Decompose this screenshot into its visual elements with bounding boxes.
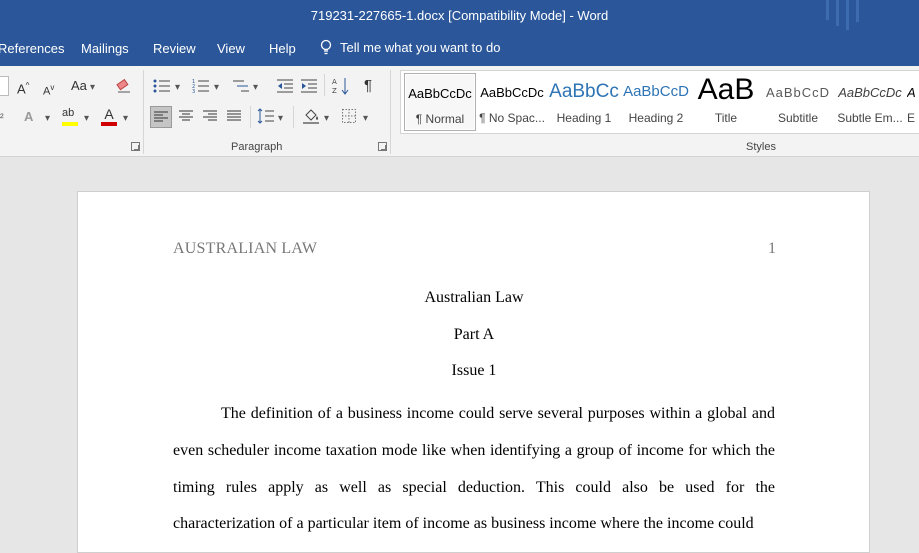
title-bar-decoration <box>826 0 829 20</box>
justify-icon[interactable] <box>227 110 241 122</box>
group-separator <box>250 106 251 128</box>
style-sample: AaBbCcD <box>765 85 831 100</box>
style-sample: AaB <box>697 73 755 106</box>
shading-icon[interactable] <box>302 107 320 125</box>
lightbulb-icon <box>320 39 332 55</box>
multilevel-list-icon[interactable] <box>232 78 250 94</box>
bullets-icon[interactable] <box>153 78 171 94</box>
ribbon-tabs: References Mailings Review View Help Tel… <box>0 32 919 66</box>
shrink-font-icon[interactable]: Av <box>43 79 54 101</box>
style-title[interactable]: AaB Title <box>691 73 761 129</box>
page-number: 1 <box>768 240 776 257</box>
svg-text:A: A <box>332 78 337 86</box>
highlight-color-icon[interactable]: ab <box>62 107 78 127</box>
running-header: AUSTRALIAN LAW <box>173 240 318 257</box>
style-label: Subtitle <box>777 111 819 125</box>
title-bar-decoration <box>836 0 839 26</box>
style-heading-1[interactable]: AaBbCc Heading 1 <box>549 73 619 129</box>
align-center-icon[interactable] <box>179 110 193 122</box>
chevron-down-icon[interactable]: ▾ <box>45 110 50 128</box>
svg-text:Z: Z <box>332 87 337 95</box>
tell-me-search[interactable]: Tell me what you want to do <box>320 39 500 55</box>
styles-gallery: AaBbCcDc ¶ Normal AaBbCcDc ¶ No Spac... … <box>400 70 919 134</box>
title-bar-decoration <box>856 0 859 22</box>
chevron-down-icon[interactable]: ▾ <box>324 110 329 128</box>
style-label: Subtle Em... <box>837 111 903 125</box>
style-label: ¶ Normal <box>415 112 465 126</box>
chevron-down-icon[interactable]: ▾ <box>253 79 258 97</box>
style-label: ¶ No Spac... <box>479 111 545 125</box>
style-normal[interactable]: AaBbCcDc ¶ Normal <box>404 73 476 131</box>
style-label: Heading 1 <box>556 111 612 125</box>
font-size-dropdown-edge[interactable] <box>0 76 9 96</box>
style-sample: AaBbCcDc <box>408 86 472 101</box>
window-title: 719231-227665-1.docx [Compatibility Mode… <box>310 8 609 23</box>
superscript-icon[interactable]: ² <box>0 109 4 127</box>
style-heading-2[interactable]: AaBbCcD Heading 2 <box>621 73 691 129</box>
document-page[interactable]: AUSTRALIAN LAW 1 Australian Law Part A I… <box>77 191 870 553</box>
line-spacing-icon[interactable] <box>257 108 275 124</box>
style-sample: AaBbCcDc <box>480 85 544 100</box>
borders-icon[interactable] <box>342 109 356 123</box>
chevron-down-icon[interactable]: ▾ <box>214 79 219 97</box>
ribbon-home: A^ Av Aa ▾ ² A ▾ ab ▾ A ▾ ▾ 1 2 3 ▾ ▾ A … <box>0 66 919 157</box>
chevron-down-icon[interactable]: ▾ <box>84 110 89 128</box>
group-separator <box>293 106 294 128</box>
chevron-down-icon[interactable]: ▾ <box>363 110 368 128</box>
style-sample: AaBbCcDc <box>838 85 902 100</box>
chevron-down-icon[interactable]: ▾ <box>123 110 128 128</box>
style-subtitle[interactable]: AaBbCcD Subtitle <box>763 73 833 129</box>
title-bar-decoration <box>846 0 849 30</box>
text-effects-icon[interactable]: A <box>24 108 33 126</box>
style-label: Heading 2 <box>628 111 684 125</box>
tab-references[interactable]: References <box>0 41 64 56</box>
body-paragraph-text: The definition of a business income coul… <box>173 405 775 533</box>
tell-me-text: Tell me what you want to do <box>340 39 501 55</box>
style-sample: AaBbCcD <box>623 83 689 100</box>
sort-icon[interactable]: A Z <box>332 76 350 96</box>
body-paragraph: The definition of a business income coul… <box>173 396 775 543</box>
align-right-icon[interactable] <box>203 110 217 122</box>
group-separator <box>324 74 325 96</box>
font-color-icon[interactable]: A <box>101 106 117 128</box>
style-subtle-emphasis[interactable]: AaBbCcDc Subtle Em... <box>835 73 905 129</box>
chevron-down-icon[interactable]: ▾ <box>278 110 283 128</box>
tab-view[interactable]: View <box>217 41 245 56</box>
paragraph-dialog-launcher-icon[interactable] <box>378 142 387 151</box>
show-hide-formatting-icon[interactable]: ¶ <box>364 77 372 95</box>
numbering-icon[interactable]: 1 2 3 <box>192 78 210 94</box>
styles-group-label: Styles <box>746 141 776 153</box>
group-separator <box>143 70 144 154</box>
tab-review[interactable]: Review <box>153 41 196 56</box>
style-sample: AaBbCc <box>549 81 619 102</box>
clear-formatting-icon[interactable] <box>116 78 132 94</box>
style-partial[interactable]: A E <box>907 73 919 129</box>
group-separator <box>390 70 391 154</box>
document-title: Australian Law <box>424 289 524 306</box>
style-label: E <box>907 111 916 125</box>
align-left-button[interactable] <box>150 106 172 128</box>
change-case-button[interactable]: Aa <box>71 77 87 95</box>
style-sample: A <box>907 85 916 100</box>
style-no-spacing[interactable]: AaBbCcDc ¶ No Spac... <box>477 73 547 129</box>
issue-heading: Issue 1 <box>451 362 497 379</box>
section-heading: Part A <box>453 326 495 343</box>
font-dialog-launcher-icon[interactable] <box>131 142 140 151</box>
chevron-down-icon[interactable]: ▾ <box>90 79 95 97</box>
svg-text:3: 3 <box>192 89 195 94</box>
tab-mailings[interactable]: Mailings <box>81 41 129 56</box>
highlight-color-bar <box>62 122 78 126</box>
chevron-down-icon[interactable]: ▾ <box>175 79 180 97</box>
align-left-icon <box>154 111 168 122</box>
decrease-indent-icon[interactable] <box>276 78 294 94</box>
grow-font-icon[interactable]: A^ <box>17 77 29 98</box>
style-label: Title <box>714 111 738 125</box>
increase-indent-icon[interactable] <box>300 78 318 94</box>
title-bar: 719231-227665-1.docx [Compatibility Mode… <box>0 0 919 32</box>
font-color-bar <box>101 122 117 126</box>
paragraph-group-label: Paragraph <box>231 141 283 153</box>
tab-help[interactable]: Help <box>269 41 296 56</box>
